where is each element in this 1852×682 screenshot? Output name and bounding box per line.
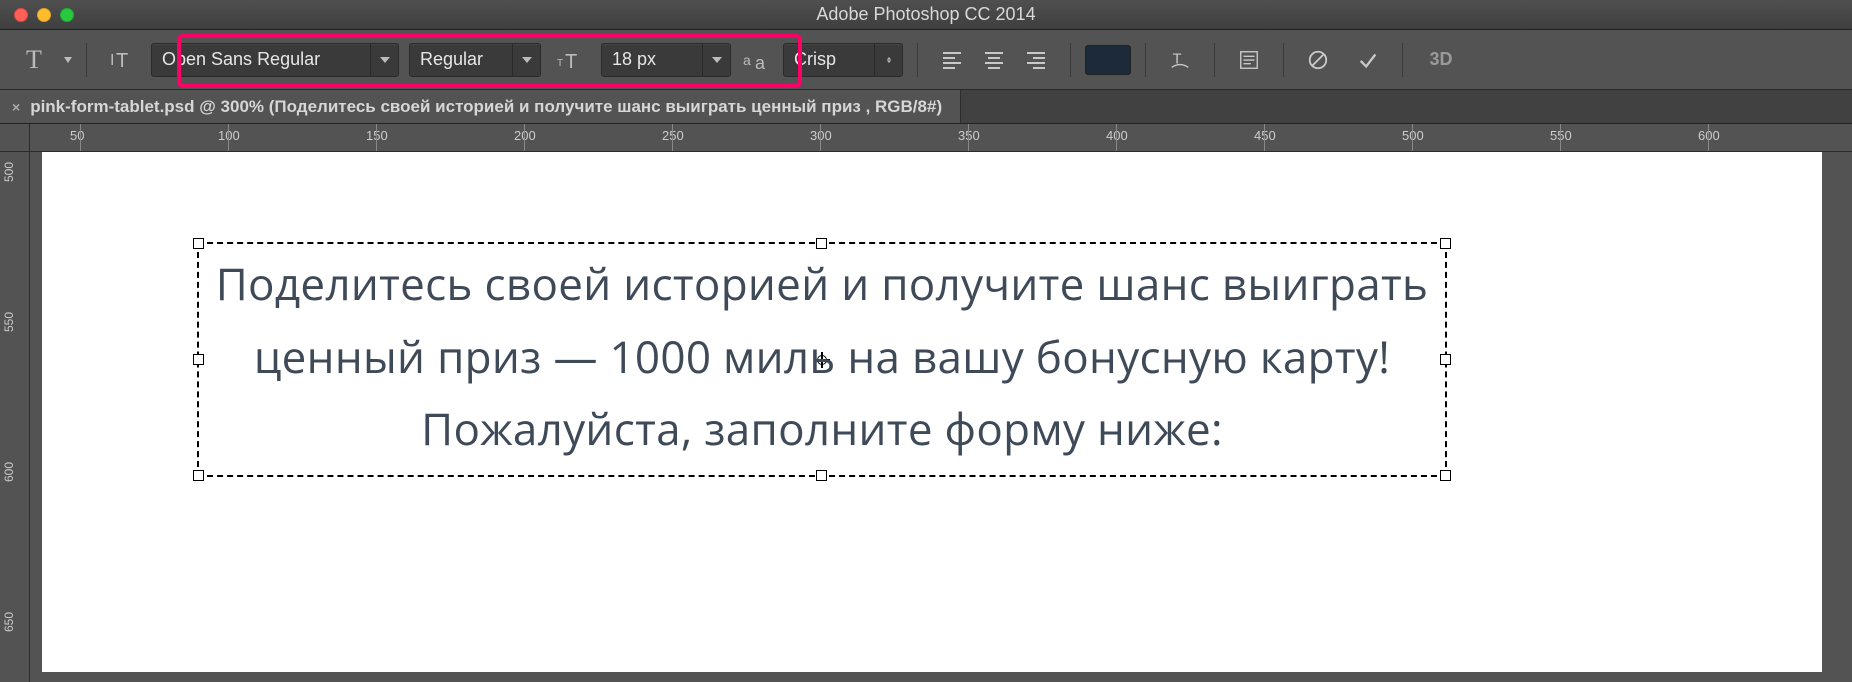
align-left-button[interactable] — [932, 43, 972, 77]
workarea: 500 550 600 650 501001502002503003504004505… — [0, 124, 1852, 682]
svg-text:a: a — [755, 53, 766, 71]
font-family-dropdown[interactable]: Open Sans Regular — [151, 43, 399, 77]
handle-bottom-right[interactable] — [1440, 470, 1451, 481]
text-orientation-icon[interactable]: IT — [101, 40, 141, 80]
align-center-button[interactable] — [974, 43, 1014, 77]
ruler-h-label: 50 — [70, 128, 84, 143]
ruler-corner — [0, 124, 30, 152]
app-title: Adobe Photoshop CC 2014 — [816, 4, 1035, 25]
chevron-down-icon — [702, 44, 730, 76]
canvas-text[interactable]: Поделитесь своей историей и получите шан… — [197, 247, 1447, 465]
3d-button[interactable]: 3D — [1417, 43, 1465, 77]
window-controls — [0, 8, 74, 22]
handle-mid-bottom[interactable] — [816, 470, 827, 481]
antialias-icon: aa — [741, 40, 773, 80]
chevron-down-icon — [370, 44, 398, 76]
canvas-wrap[interactable]: Поделитесь своей историей и получите шан… — [30, 152, 1852, 682]
divider — [1402, 43, 1403, 77]
font-size-icon[interactable]: TT — [551, 40, 591, 80]
close-window-button[interactable] — [14, 8, 28, 22]
ruler-vertical[interactable]: 500 550 600 650 — [0, 152, 30, 682]
commit-button[interactable] — [1348, 43, 1388, 77]
svg-text:I: I — [110, 52, 114, 69]
ruler-v-label: 550 — [2, 312, 16, 332]
divider — [1145, 43, 1146, 77]
antialias-value: Crisp — [784, 49, 874, 70]
options-bar: T IT Open Sans Regular Regular TT 18 px … — [0, 30, 1852, 90]
canvas[interactable]: Поделитесь своей историей и получите шан… — [42, 152, 1822, 672]
svg-text:T: T — [557, 58, 563, 69]
maximize-window-button[interactable] — [60, 8, 74, 22]
font-size-value: 18 px — [602, 49, 702, 70]
ruler-horizontal[interactable]: 50100150200250300350400450500550600 — [30, 124, 1852, 152]
minimize-window-button[interactable] — [37, 8, 51, 22]
divider — [1214, 43, 1215, 77]
cancel-button[interactable] — [1298, 43, 1338, 77]
align-right-button[interactable] — [1016, 43, 1056, 77]
svg-text:T: T — [116, 50, 128, 72]
ruler-v-label: 500 — [2, 162, 16, 182]
divider — [1283, 43, 1284, 77]
divider — [917, 43, 918, 77]
divider — [86, 43, 87, 77]
document-tab[interactable]: × pink-form-tablet.psd @ 300% (Поделитес… — [0, 90, 961, 123]
chevron-down-icon — [512, 44, 540, 76]
close-tab-icon[interactable]: × — [12, 99, 20, 115]
document-tab-label: pink-form-tablet.psd @ 300% (Поделитесь … — [30, 97, 942, 117]
font-family-value: Open Sans Regular — [152, 49, 370, 70]
ruler-v-label: 600 — [2, 462, 16, 482]
font-style-dropdown[interactable]: Regular — [409, 43, 541, 77]
text-align-group — [932, 43, 1056, 77]
handle-bottom-left[interactable] — [193, 470, 204, 481]
document-tab-row: × pink-form-tablet.psd @ 300% (Поделитес… — [0, 90, 1852, 124]
text-color-swatch[interactable] — [1085, 45, 1131, 75]
svg-text:a: a — [743, 52, 751, 68]
updown-icon — [874, 44, 902, 76]
tool-preset-dropdown-icon[interactable] — [64, 57, 72, 63]
svg-text:T: T — [565, 51, 577, 72]
warp-text-button[interactable]: T — [1160, 43, 1200, 77]
ruler-v-label: 650 — [2, 612, 16, 632]
character-panel-button[interactable] — [1229, 43, 1269, 77]
divider — [1070, 43, 1071, 77]
titlebar: Adobe Photoshop CC 2014 — [0, 0, 1852, 30]
font-size-dropdown[interactable]: 18 px — [601, 43, 731, 77]
antialias-dropdown[interactable]: Crisp — [783, 43, 903, 77]
font-style-value: Regular — [410, 49, 512, 70]
type-tool-icon[interactable]: T — [14, 40, 54, 80]
